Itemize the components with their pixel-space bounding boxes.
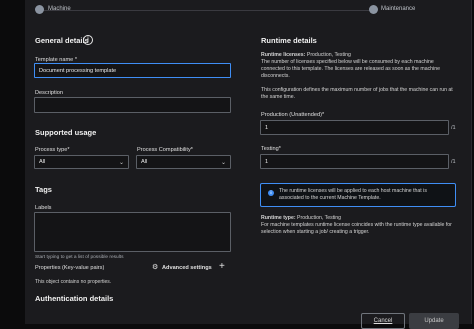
production-value: 1 bbox=[265, 124, 269, 131]
chevron-down-icon: ⌄ bbox=[118, 160, 124, 166]
runtime-type-value: Production, Testing bbox=[297, 215, 342, 221]
general-details-title: General details bbox=[35, 36, 89, 45]
runtime-licenses-value: Production, Testing bbox=[306, 52, 351, 58]
gear-icon[interactable]: ⚙ bbox=[152, 263, 158, 271]
runtime-details-title: Runtime details bbox=[261, 36, 317, 45]
no-properties-text: This object contains no properties. bbox=[35, 279, 112, 285]
runtime-licenses-line: Runtime licenses: Production, Testing bbox=[261, 52, 351, 59]
runtime-type-label: Runtime type: bbox=[261, 215, 296, 221]
machine-template-panel: Machine Maintenance General details i Te… bbox=[25, 0, 472, 329]
step-machine-icon[interactable] bbox=[35, 5, 44, 14]
runtime-info-text: The runtime licenses will be applied to … bbox=[279, 188, 427, 201]
tags-title: Tags bbox=[35, 185, 52, 194]
runtime-config-desc: This configuration defines the maximum n… bbox=[261, 87, 453, 100]
runtime-licenses-desc: The number of licenses specified below w… bbox=[261, 59, 440, 79]
labels-label: Labels bbox=[35, 205, 52, 211]
general-details-heading: General details bbox=[35, 36, 89, 45]
testing-input[interactable]: 1 bbox=[260, 154, 449, 169]
process-compat-value: All bbox=[141, 159, 148, 165]
template-name-value: Document processing template bbox=[39, 67, 117, 74]
process-type-label: Process type* bbox=[35, 147, 70, 153]
description-input[interactable] bbox=[34, 97, 231, 113]
process-type-value: All bbox=[39, 159, 46, 165]
process-compat-select[interactable]: All ⌄ bbox=[136, 155, 231, 169]
labels-hint: Start typing to get a list of possible r… bbox=[35, 255, 124, 260]
info-icon[interactable]: i bbox=[83, 35, 93, 45]
process-type-select[interactable]: All ⌄ bbox=[34, 155, 129, 169]
runtime-licenses-label: Runtime licenses: bbox=[261, 52, 306, 58]
runtime-type-desc: For machine templates runtime license co… bbox=[261, 222, 452, 235]
runtime-info-box: i The runtime licenses will be applied t… bbox=[260, 183, 456, 207]
step-machine-label[interactable]: Machine bbox=[48, 6, 71, 12]
process-compat-label: Process Compatibility* bbox=[137, 147, 193, 153]
runtime-type-line: Runtime type: Production, Testing bbox=[261, 215, 341, 222]
description-label: Description bbox=[35, 90, 63, 96]
testing-suffix: /1 bbox=[451, 159, 456, 165]
cancel-button-label: Cancel bbox=[373, 318, 393, 324]
properties-label: Properties (Key-value pairs) bbox=[35, 265, 105, 271]
stepper-line bbox=[43, 10, 373, 11]
add-property-icon[interactable]: + bbox=[219, 261, 225, 272]
cancel-button[interactable]: Cancel bbox=[361, 313, 405, 329]
production-label: Production (Unattended)* bbox=[261, 112, 325, 118]
update-button[interactable]: Update bbox=[409, 313, 459, 329]
testing-value: 1 bbox=[265, 158, 269, 165]
template-name-input[interactable]: Document processing template bbox=[34, 63, 231, 78]
update-button-label: Update bbox=[424, 318, 444, 324]
step-maintenance-label[interactable]: Maintenance bbox=[381, 6, 415, 12]
info-icon: i bbox=[268, 190, 274, 196]
advanced-settings-button[interactable]: Advanced settings bbox=[162, 265, 212, 271]
labels-input[interactable] bbox=[34, 212, 231, 252]
production-suffix: /1 bbox=[451, 125, 456, 131]
step-maintenance-icon[interactable] bbox=[369, 5, 378, 14]
production-input[interactable]: 1 bbox=[260, 120, 449, 135]
testing-label: Testing* bbox=[261, 146, 281, 152]
authentication-details-title: Authentication details bbox=[35, 294, 114, 303]
chevron-down-icon: ⌄ bbox=[220, 160, 226, 166]
supported-usage-title: Supported usage bbox=[35, 128, 97, 137]
